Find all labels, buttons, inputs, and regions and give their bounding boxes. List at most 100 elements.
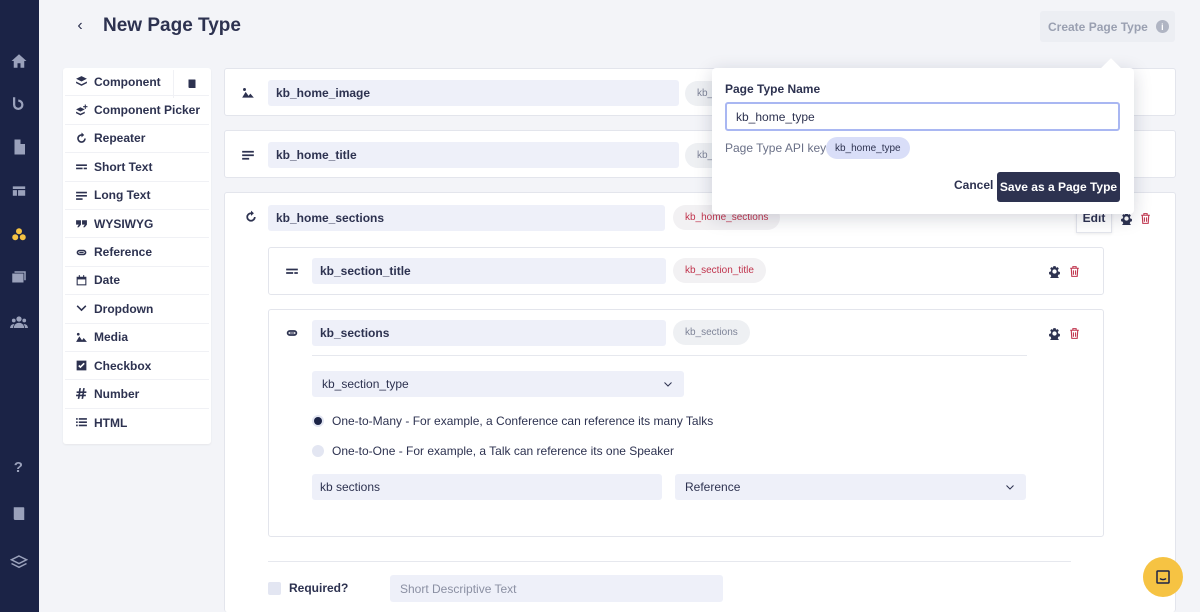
palette-item-dropdown[interactable]: Dropdown	[65, 295, 209, 324]
trash-icon[interactable]	[1067, 264, 1081, 278]
palette-item-label: Short Text	[94, 159, 153, 174]
palette-item-long-text[interactable]: Long Text	[65, 182, 209, 210]
palette-item-label: Component Picker	[94, 103, 201, 118]
repeat-icon	[77, 132, 86, 143]
trash-icon[interactable]	[1138, 211, 1152, 225]
field-kind-value: Reference	[685, 480, 741, 494]
gear-icon[interactable]	[1047, 264, 1061, 278]
radio-dot[interactable]	[312, 415, 324, 427]
short-text-icon	[284, 263, 300, 279]
quote-icon	[76, 220, 87, 228]
home-icon[interactable]	[8, 50, 30, 72]
page-type-name-label: Page Type Name	[725, 82, 821, 96]
child-field-card-sections: kb_sections kb_sections kb_section_type …	[268, 309, 1104, 537]
field-type-palette: Component Component Picker Repeater Shor…	[63, 68, 211, 444]
link-icon	[284, 325, 300, 341]
chevron-down-icon	[664, 382, 672, 387]
field-name-input[interactable]: kb_home_sections	[268, 205, 665, 231]
users-icon[interactable]	[8, 311, 30, 333]
chevron-left-icon: ‹	[77, 17, 83, 34]
app-rail: ?	[0, 0, 39, 612]
docs-book-icon[interactable]	[8, 503, 30, 525]
image-icon	[76, 332, 87, 342]
info-icon[interactable]: i	[1155, 20, 1169, 33]
label-input[interactable]: kb sections	[312, 474, 662, 500]
stack-icon[interactable]	[8, 551, 30, 573]
palette-item-label: HTML	[94, 415, 128, 430]
palette-item-date[interactable]: Date	[65, 267, 209, 296]
palette-item-label: Dropdown	[94, 301, 154, 316]
radio-label: One-to-Many - For example, a Conference …	[332, 414, 714, 428]
chevron-down-icon	[1006, 485, 1014, 490]
palette-item-label: Number	[94, 386, 140, 401]
divider	[268, 561, 1071, 562]
palette-item-short-text[interactable]: Short Text	[65, 153, 209, 182]
save-as-page-type-button[interactable]: Save as a Page Type	[997, 172, 1120, 202]
chat-launcher-button[interactable]	[1143, 557, 1183, 597]
checkbox-icon	[76, 360, 87, 371]
field-key-pill: kb_section_title	[673, 258, 766, 283]
create-page-type-popover: Page Type Name kb_home_type Page Type AP…	[712, 68, 1134, 214]
palette-item-label: Repeater	[94, 131, 146, 146]
palette-item-label: Checkbox	[94, 358, 152, 373]
page-type-name-input[interactable]: kb_home_type	[725, 102, 1120, 131]
field-name-input[interactable]: kb_home_title	[268, 142, 679, 168]
document-icon[interactable]	[8, 136, 30, 158]
back-button[interactable]: ‹	[70, 16, 90, 36]
palette-item-label: WYSIWYG	[94, 216, 154, 231]
blog-icon[interactable]	[8, 93, 30, 115]
layers-plus-icon	[76, 104, 88, 115]
svg-text:?: ?	[14, 459, 23, 475]
required-label: Required?	[289, 581, 349, 595]
field-name-input[interactable]: kb_sections	[312, 320, 666, 346]
palette-item-checkbox[interactable]: Checkbox	[65, 352, 209, 381]
cancel-button[interactable]: Cancel	[954, 178, 993, 192]
palette-item-label: Long Text	[94, 188, 151, 203]
palette-item-number[interactable]: Number	[65, 380, 209, 409]
palette-item-label: Reference	[94, 245, 153, 260]
create-page-type-button[interactable]: Create Page Type i	[1040, 11, 1175, 42]
components-icon[interactable]	[8, 224, 30, 246]
palette-item-reference[interactable]: Reference	[65, 238, 209, 267]
field-kind-select[interactable]: Reference	[675, 474, 1026, 500]
image-icon	[240, 85, 256, 101]
layers-icon	[76, 76, 87, 87]
table-icon[interactable]	[8, 180, 30, 202]
short-text-icon	[76, 164, 87, 170]
radio-one-to-one[interactable]: One-to-One - For example, a Talk can ref…	[312, 444, 674, 458]
palette-item-label: Date	[94, 273, 121, 288]
description-input[interactable]: Short Descriptive Text	[390, 575, 723, 602]
palette-item-wysiwyg[interactable]: WYSIWYG	[65, 210, 209, 239]
required-checkbox[interactable]	[268, 582, 281, 595]
media-library-icon[interactable]	[8, 267, 30, 289]
radio-one-to-many[interactable]: One-to-Many - For example, a Conference …	[312, 414, 713, 428]
api-key-pill: kb_home_type	[826, 137, 910, 159]
api-key-label: Page Type API key:	[725, 141, 830, 155]
palette-item-component-picker[interactable]: Component Picker	[65, 96, 209, 125]
palette-item-label: Media	[94, 330, 129, 345]
page-title: New Page Type	[103, 15, 241, 36]
long-text-icon	[76, 191, 87, 200]
reference-type-value: kb_section_type	[322, 377, 409, 391]
help-icon[interactable]: ?	[8, 455, 30, 477]
gear-icon[interactable]	[1047, 326, 1061, 340]
child-field-card-section-title: kb_section_title kb_section_title	[268, 247, 1104, 295]
trash-icon[interactable]	[1067, 326, 1081, 340]
long-text-icon	[240, 147, 256, 163]
palette-item-repeater[interactable]: Repeater	[65, 125, 209, 154]
radio-dot[interactable]	[312, 445, 324, 457]
field-name-input[interactable]: kb_home_image	[268, 80, 679, 106]
chat-icon	[1156, 570, 1170, 584]
chevron-down-icon	[76, 305, 87, 312]
palette-item-html[interactable]: HTML	[65, 409, 209, 437]
divider	[312, 355, 1027, 356]
reference-type-select[interactable]: kb_section_type	[312, 371, 684, 397]
calendar-icon	[76, 275, 87, 286]
create-page-type-label: Create Page Type	[1048, 19, 1148, 34]
palette-item-media[interactable]: Media	[65, 324, 209, 352]
hash-icon	[76, 388, 87, 400]
docs-book-icon[interactable]	[173, 70, 209, 98]
palette-item-label: Component	[94, 74, 161, 89]
field-key-pill: kb_sections	[673, 320, 750, 345]
field-name-input[interactable]: kb_section_title	[312, 258, 666, 284]
